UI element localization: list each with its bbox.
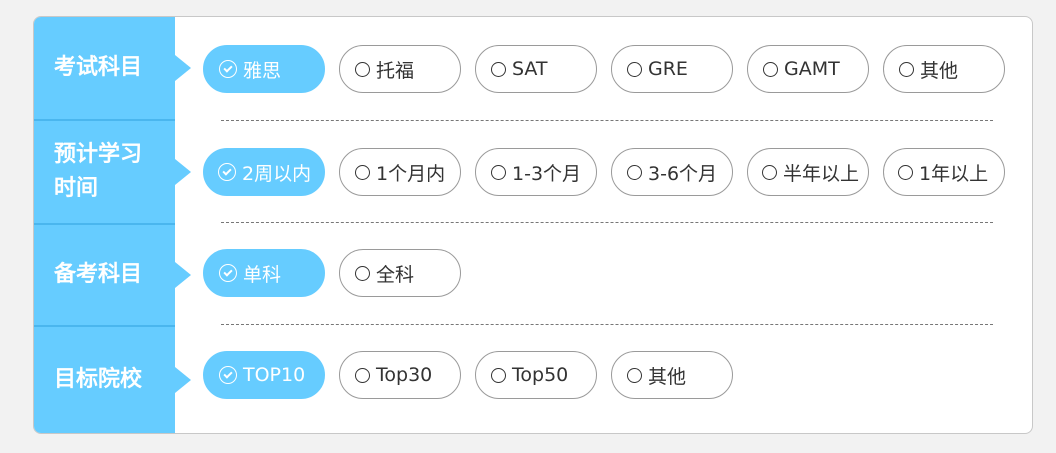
option-label: 其他	[648, 365, 687, 388]
option-label: 3-6个月	[648, 162, 718, 185]
option-1-year[interactable]: 1年以上	[883, 148, 1005, 196]
option-label: 单科	[243, 263, 282, 286]
radio-circle-icon	[627, 164, 642, 180]
target-school-label: 目标院校	[34, 327, 191, 433]
option-half-year[interactable]: 半年以上	[747, 148, 869, 196]
radio-circle-icon	[355, 164, 370, 180]
radio-circle-icon	[899, 61, 914, 77]
study-time-row: 预计学习 时间 2周以内 1个月内 1-3个月 3-6个月 半年以上 1年以上	[34, 121, 1032, 223]
prep-subject-options: 单科 全科	[203, 249, 461, 297]
option-label: GRE	[648, 58, 688, 80]
option-top10[interactable]: TOP10	[203, 351, 325, 399]
target-school-row: 目标院校 TOP10 Top30 Top50 其他	[34, 327, 1032, 433]
dashed-separator	[221, 324, 993, 325]
filter-card: 考试科目 雅思 托福 SAT GRE GAMT 其他 预计学习 时间 2周以内 …	[33, 16, 1033, 434]
option-ielts[interactable]: 雅思	[203, 45, 325, 93]
check-circle-icon	[219, 366, 237, 384]
check-circle-icon	[218, 163, 236, 181]
radio-circle-icon	[898, 164, 913, 180]
radio-circle-icon	[355, 265, 370, 281]
check-circle-icon	[219, 264, 237, 282]
option-label: Top50	[512, 364, 569, 386]
radio-circle-icon	[355, 367, 370, 383]
option-other-school[interactable]: 其他	[611, 351, 733, 399]
option-label: 1年以上	[919, 162, 989, 185]
study-time-label-line1: 预计学习	[54, 142, 143, 167]
option-other-exam[interactable]: 其他	[883, 45, 1005, 93]
option-sat[interactable]: SAT	[475, 45, 597, 93]
option-1-month[interactable]: 1个月内	[339, 148, 461, 196]
exam-subject-options: 雅思 托福 SAT GRE GAMT 其他	[203, 45, 1005, 93]
study-time-label-line2: 时间	[54, 176, 99, 201]
option-3-6-months[interactable]: 3-6个月	[611, 148, 733, 196]
radio-circle-icon	[355, 61, 370, 77]
option-label: SAT	[512, 58, 548, 80]
exam-subject-label-text: 考试科目	[54, 55, 143, 80]
study-time-options: 2周以内 1个月内 1-3个月 3-6个月 半年以上 1年以上	[203, 148, 1005, 196]
option-label: Top30	[376, 364, 433, 386]
option-toefl[interactable]: 托福	[339, 45, 461, 93]
option-single-subject[interactable]: 单科	[203, 249, 325, 297]
radio-circle-icon	[491, 61, 506, 77]
option-label: 雅思	[243, 59, 282, 82]
option-label: 半年以上	[783, 162, 860, 185]
prep-subject-label: 备考科目	[34, 225, 191, 325]
exam-subject-row: 考试科目 雅思 托福 SAT GRE GAMT 其他	[34, 17, 1032, 119]
exam-subject-label: 考试科目	[34, 17, 191, 119]
study-time-label: 预计学习 时间	[34, 121, 191, 223]
option-top50[interactable]: Top50	[475, 351, 597, 399]
radio-circle-icon	[491, 164, 506, 180]
option-label: 2周以内	[242, 162, 312, 185]
radio-circle-icon	[627, 61, 642, 77]
prep-subject-label-text: 备考科目	[54, 262, 143, 287]
radio-circle-icon	[762, 164, 777, 180]
option-2-weeks[interactable]: 2周以内	[203, 148, 325, 196]
option-gre[interactable]: GRE	[611, 45, 733, 93]
option-1-3-months[interactable]: 1-3个月	[475, 148, 597, 196]
option-label: 1个月内	[376, 162, 446, 185]
radio-circle-icon	[763, 61, 778, 77]
check-circle-icon	[219, 60, 237, 78]
option-label: GAMT	[784, 58, 840, 80]
option-label: TOP10	[243, 364, 306, 386]
radio-circle-icon	[627, 367, 642, 383]
option-label: 全科	[376, 263, 415, 286]
target-school-label-text: 目标院校	[54, 367, 143, 392]
option-top30[interactable]: Top30	[339, 351, 461, 399]
dashed-separator	[221, 222, 993, 223]
option-label: 其他	[920, 59, 959, 82]
option-all-subjects[interactable]: 全科	[339, 249, 461, 297]
prep-subject-row: 备考科目 单科 全科	[34, 225, 1032, 325]
radio-circle-icon	[491, 367, 506, 383]
option-label: 1-3个月	[512, 162, 582, 185]
target-school-options: TOP10 Top30 Top50 其他	[203, 351, 733, 399]
option-gamt[interactable]: GAMT	[747, 45, 869, 93]
option-label: 托福	[376, 59, 415, 82]
